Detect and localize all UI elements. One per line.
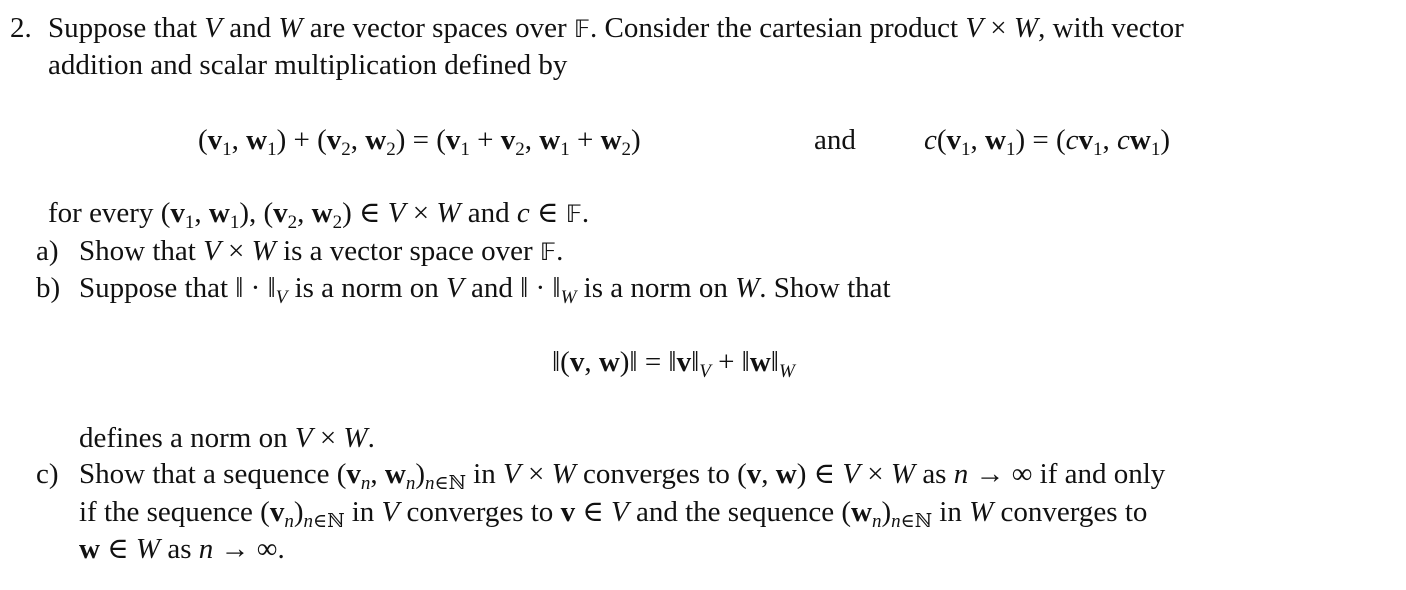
intro-line-2: addition and scalar multiplication defin… (48, 49, 568, 81)
part-a-label: a) (36, 235, 59, 267)
norm-definition-equation: ‖(v, w)‖ = ‖v‖V + ‖w‖W (552, 346, 795, 382)
part-a-text: Show that V × W is a vector space over 𝔽… (79, 235, 564, 267)
part-b-label: b) (36, 272, 61, 304)
part-c-line-3: w ∈ W as n → ∞. (79, 533, 285, 565)
part-b-text: Suppose that ‖ · ‖V is a norm on V and ‖… (79, 272, 891, 308)
scalar-multiplication-equation: c(v1, w1) = (cv1, cw1) (924, 124, 1171, 160)
and-connector: and (814, 124, 856, 156)
vector-addition-equation: (v1, w1) + (v2, w2) = (v1 + v2, w1 + w2) (198, 124, 641, 160)
part-c-label: c) (36, 458, 59, 490)
part-b-conclusion: defines a norm on V × W. (79, 422, 375, 454)
intro-line-1: Suppose that V and W are vector spaces o… (48, 12, 1184, 44)
problem-number: 2. (10, 12, 32, 44)
